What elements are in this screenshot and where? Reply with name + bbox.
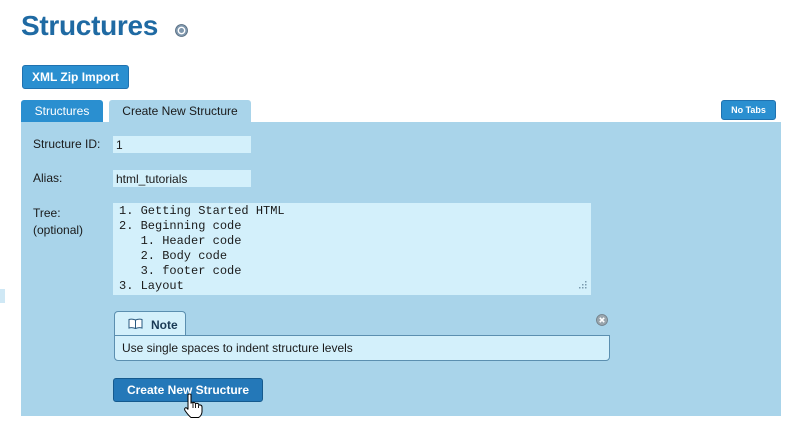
no-tabs-button[interactable]: No Tabs xyxy=(721,100,776,120)
alias-label: Alias: xyxy=(33,171,63,185)
tab-create-new-structure[interactable]: Create New Structure xyxy=(109,100,251,123)
resize-grip-icon[interactable] xyxy=(577,281,587,291)
page-title: Structures xyxy=(21,10,159,41)
tree-label-title: Tree: xyxy=(33,206,61,220)
note-message: Use single spaces to indent structure le… xyxy=(114,335,610,361)
tree-label: Tree: (optional) xyxy=(33,205,83,239)
close-icon[interactable] xyxy=(596,314,608,326)
help-icon[interactable] xyxy=(175,24,188,37)
alias-input[interactable] xyxy=(113,170,251,187)
note-title: Note xyxy=(151,318,178,332)
page-edge-marker xyxy=(0,289,5,303)
book-icon xyxy=(128,318,143,329)
structure-id-label: Structure ID: xyxy=(33,137,101,151)
xml-zip-import-button[interactable]: XML Zip Import xyxy=(22,65,129,89)
structure-id-input[interactable] xyxy=(113,136,251,153)
note-tab: Note xyxy=(114,311,186,336)
tree-label-optional: (optional) xyxy=(33,223,84,237)
tree-textarea[interactable]: 1. Getting Started HTML 2. Beginning cod… xyxy=(113,203,591,295)
tab-structures[interactable]: Structures xyxy=(21,100,103,123)
hand-cursor-icon xyxy=(184,393,203,418)
